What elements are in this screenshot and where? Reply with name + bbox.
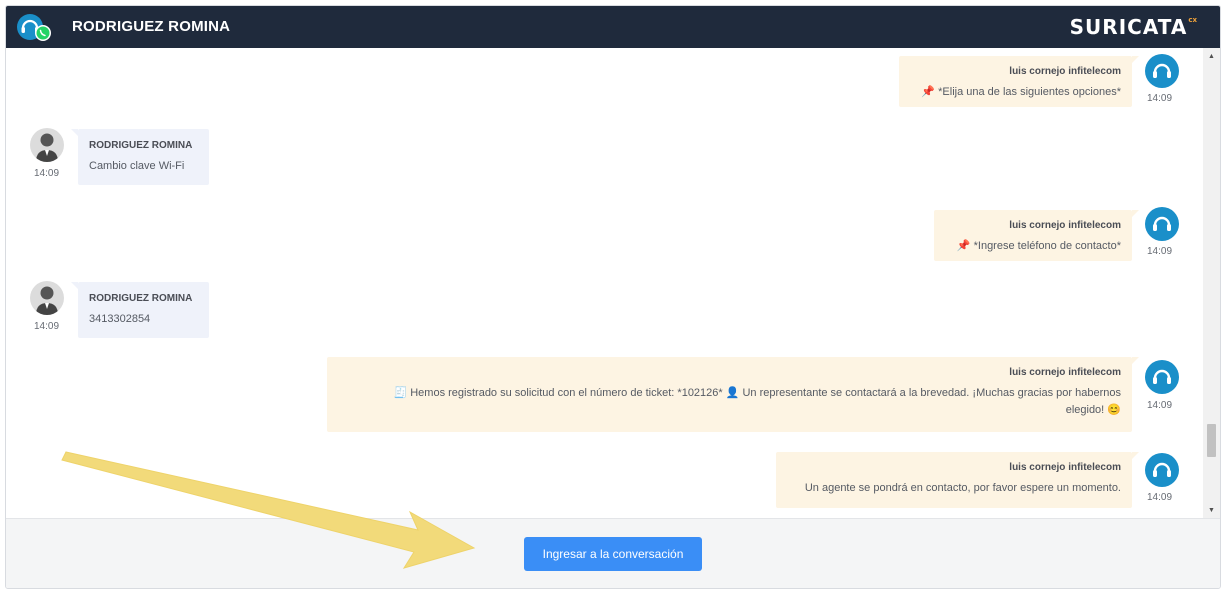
conversation-footer: Ingresar a la conversación xyxy=(6,518,1220,588)
message-text: 3413302854 xyxy=(89,313,151,325)
agent-avatar-icon xyxy=(1145,54,1179,88)
user-message: RODRIGUEZ ROMINA 3413302854 xyxy=(71,282,209,338)
message-sender: RODRIGUEZ ROMINA xyxy=(89,293,193,304)
message-sender: luis cornejo infitelecom xyxy=(1009,66,1121,77)
suricata-logo: SURICATAcx xyxy=(1069,15,1197,39)
message-time: 14:09 xyxy=(34,321,60,332)
message-text: Un agente se pondrá en contacto, por fav… xyxy=(804,482,1121,494)
chat-scrollbar[interactable]: ▲ ▼ xyxy=(1203,48,1220,518)
agent-message: luis cornejo infitelecom 📌 *Ingrese telé… xyxy=(934,210,1139,261)
message-text: Cambio clave Wi-Fi xyxy=(89,160,185,172)
message-sender: luis cornejo infitelecom xyxy=(1009,367,1121,378)
channel-icon xyxy=(16,12,58,44)
join-conversation-button[interactable]: Ingresar a la conversación xyxy=(524,537,702,571)
message-text-line: 🧾 Hemos registrado su solicitud con el n… xyxy=(393,387,1121,399)
agent-avatar-icon xyxy=(1145,453,1179,487)
conversation-panel: RODRIGUEZ ROMINA SURICATAcx luis cornejo… xyxy=(5,5,1221,589)
scrollbar-thumb[interactable] xyxy=(1207,424,1216,457)
message-time: 14:09 xyxy=(1147,400,1173,411)
user-message: RODRIGUEZ ROMINA Cambio clave Wi-Fi xyxy=(71,129,209,185)
agent-message: luis cornejo infitelecom 📌 *Elija una de… xyxy=(899,56,1139,107)
message-sender: luis cornejo infitelecom xyxy=(1009,220,1121,231)
agent-avatar-icon xyxy=(1145,207,1179,241)
message-time: 14:09 xyxy=(1147,93,1173,104)
message-time: 14:09 xyxy=(34,168,60,179)
agent-message: luis cornejo infitelecom 🧾 Hemos registr… xyxy=(327,357,1139,432)
message-sender: luis cornejo infitelecom xyxy=(1009,462,1121,473)
user-avatar-icon xyxy=(30,128,64,162)
user-avatar-icon xyxy=(30,281,64,315)
message-time: 14:09 xyxy=(1147,492,1173,503)
message-sender: RODRIGUEZ ROMINA xyxy=(89,140,193,151)
agent-message: luis cornejo infitelecom Un agente se po… xyxy=(776,452,1139,508)
contact-name: RODRIGUEZ ROMINA xyxy=(72,18,231,35)
scroll-up-arrow-icon[interactable]: ▲ xyxy=(1203,48,1220,64)
message-text-line: elegido! 😊 xyxy=(1065,404,1121,416)
message-text: 📌 *Ingrese teléfono de contacto* xyxy=(956,240,1121,252)
conversation-header: RODRIGUEZ ROMINA SURICATAcx xyxy=(6,6,1220,48)
scroll-down-arrow-icon[interactable]: ▼ xyxy=(1203,502,1220,518)
message-time: 14:09 xyxy=(1147,246,1173,257)
message-list[interactable]: luis cornejo infitelecom 📌 *Elija una de… xyxy=(6,48,1204,518)
message-text: 📌 *Elija una de las siguientes opciones* xyxy=(921,86,1121,98)
agent-avatar-icon xyxy=(1145,360,1179,394)
